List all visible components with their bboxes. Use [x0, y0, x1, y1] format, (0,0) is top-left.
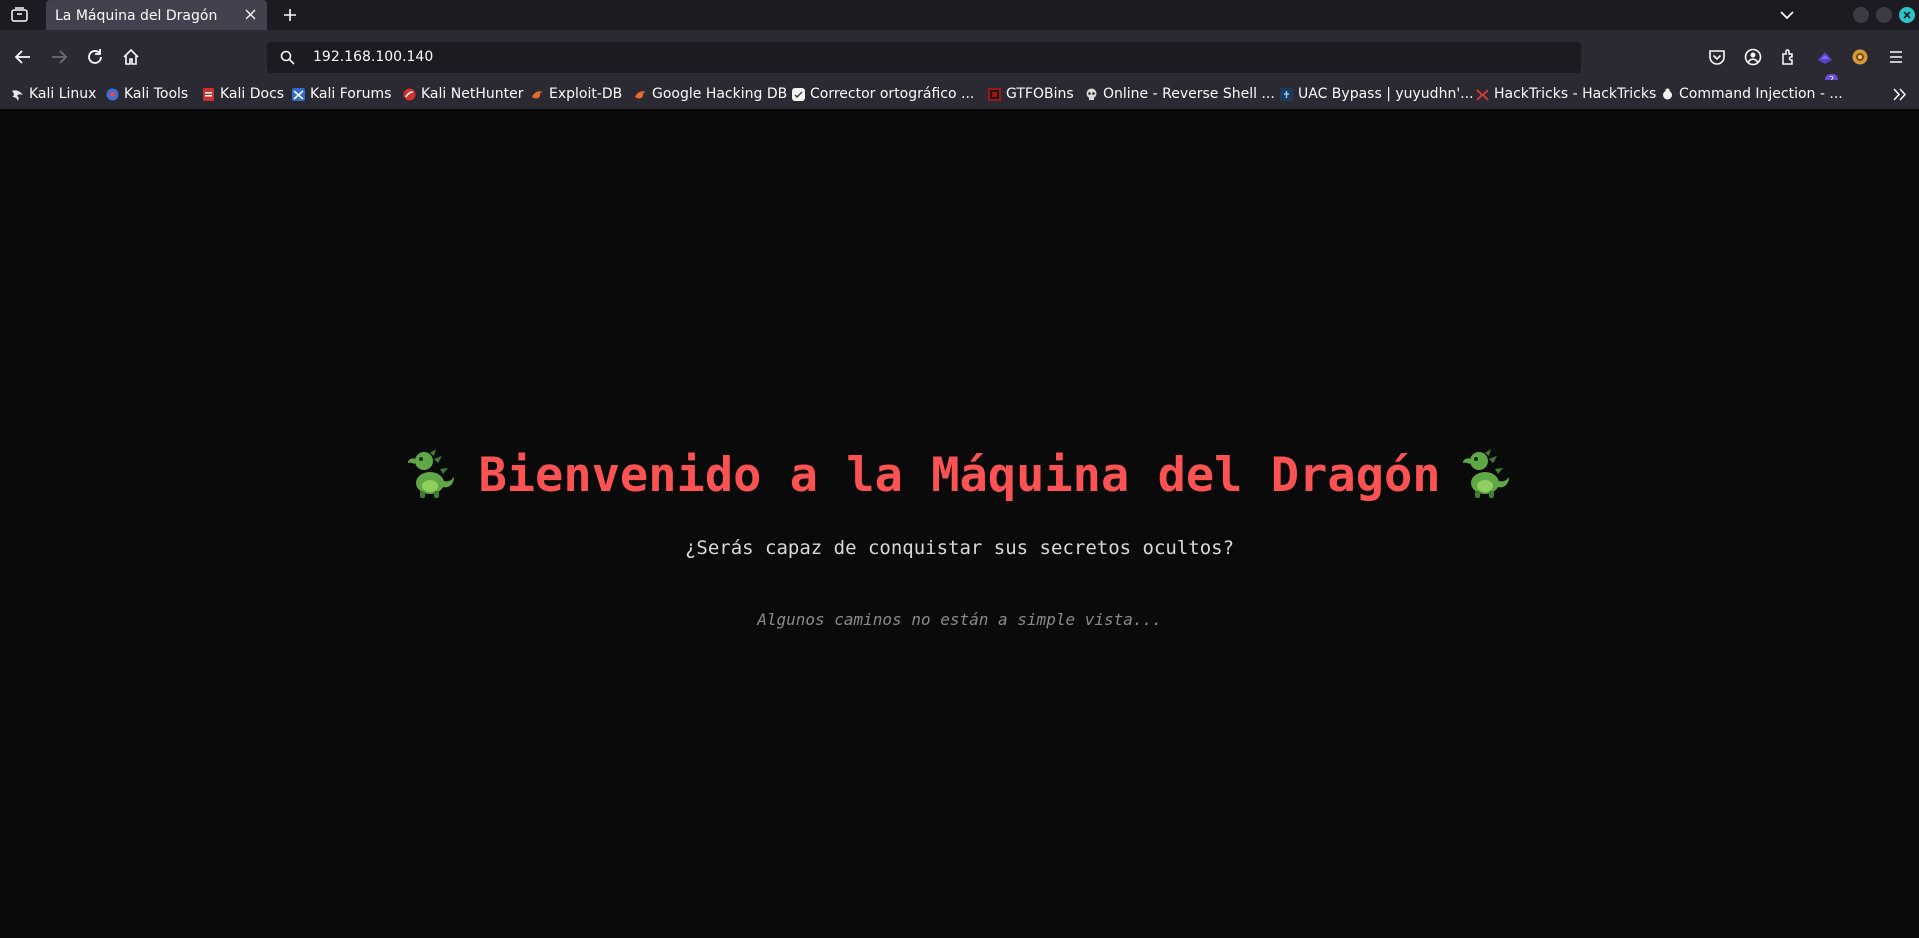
spellcheck-icon: [792, 87, 805, 101]
navigation-toolbar: 192.168.100.140 2: [0, 30, 1919, 85]
kali-docs-icon: [203, 87, 214, 101]
address-bar[interactable]: 192.168.100.140: [267, 42, 1581, 73]
page-title-text: Bienvenido a la Máquina del Dragón: [478, 448, 1441, 503]
fox-extension-icon[interactable]: [1851, 48, 1869, 66]
page-content: Bienvenido a la Máquina del Dragón ¿Será…: [0, 109, 1919, 938]
page-heading: Bienvenido a la Máquina del Dragón: [0, 447, 1919, 503]
extensions-icon[interactable]: [1780, 48, 1798, 66]
chevron-down-icon[interactable]: [1779, 8, 1795, 22]
tab-list-icon[interactable]: [11, 7, 28, 22]
bookmark-google-hacking-db[interactable]: Google Hacking DB: [634, 85, 787, 103]
skull-icon: [1086, 88, 1097, 100]
bookmarks-toolbar: Kali Linux Kali Tools Kali Docs Kali For…: [0, 80, 1919, 109]
close-window-icon: [1903, 11, 1911, 19]
bookmark-uac-bypass[interactable]: UAC Bypass | yuyudhn'...: [1280, 85, 1474, 103]
bookmark-command-injection[interactable]: Command Injection - ...: [1661, 85, 1843, 103]
home-icon[interactable]: [122, 48, 140, 66]
close-window-button[interactable]: [1899, 7, 1915, 23]
bookmark-kali-docs[interactable]: Kali Docs: [202, 85, 284, 103]
ghdb-icon: [635, 90, 646, 98]
chevron-double-right-icon[interactable]: [1892, 87, 1907, 102]
hat-extension-icon[interactable]: [1816, 48, 1834, 66]
minimize-button[interactable]: [1853, 7, 1869, 23]
dragon-icon: [1462, 449, 1509, 498]
reload-icon[interactable]: [86, 48, 104, 66]
bookmark-kali-tools[interactable]: Kali Tools: [106, 85, 188, 103]
url-text: 192.168.100.140: [313, 49, 434, 65]
back-icon[interactable]: [14, 48, 32, 66]
gtfobins-icon: [988, 87, 1001, 101]
search-icon: [280, 50, 295, 65]
bookmark-kali-nethunter[interactable]: Kali NetHunter: [403, 85, 523, 103]
forward-icon[interactable]: [50, 48, 68, 66]
bookmark-exploit-db[interactable]: Exploit-DB: [531, 85, 622, 103]
bookmark-gtfobins[interactable]: GTFOBins: [988, 85, 1074, 103]
tab-strip: La Máquina del Dragón: [0, 0, 1919, 31]
kali-dragon-icon: [12, 89, 23, 101]
close-icon[interactable]: [244, 8, 257, 21]
page-hint: Algunos caminos no están a simple vista.…: [757, 610, 1162, 629]
hacktricks-icon: [1476, 88, 1489, 101]
uac-icon: [1280, 87, 1293, 101]
bookmark-hacktricks[interactable]: HackTricks - HackTricks: [1476, 85, 1656, 103]
exploit-db-icon: [532, 90, 543, 98]
page-subtitle: ¿Serás capaz de conquistar sus secretos …: [684, 537, 1235, 559]
plus-icon[interactable]: [282, 7, 298, 23]
tab-title: La Máquina del Dragón: [55, 8, 218, 24]
bookmark-corrector-ortografico[interactable]: Corrector ortográfico ...: [792, 85, 974, 103]
bookmark-kali-linux[interactable]: Kali Linux: [11, 85, 96, 103]
kali-forums-icon: [292, 87, 305, 101]
dragon-icon: [408, 449, 455, 498]
menu-icon[interactable]: [1887, 48, 1905, 66]
pocket-icon[interactable]: [1708, 48, 1726, 66]
command-injection-icon: [1663, 88, 1672, 99]
maximize-button[interactable]: [1876, 7, 1892, 23]
kali-tools-icon: [106, 88, 119, 100]
bookmark-reverse-shell[interactable]: Online - Reverse Shell ...: [1085, 85, 1275, 103]
bookmark-kali-forums[interactable]: Kali Forums: [292, 85, 391, 103]
tab-active[interactable]: La Máquina del Dragón: [46, 0, 267, 31]
nethunter-icon: [403, 88, 416, 100]
account-icon[interactable]: [1744, 48, 1762, 66]
